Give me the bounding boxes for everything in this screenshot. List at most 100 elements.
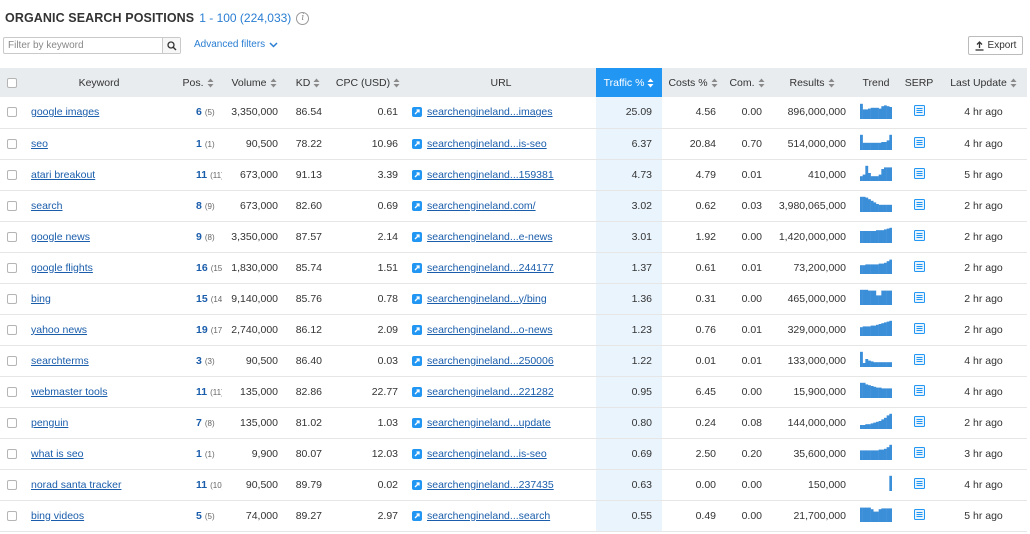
external-link-icon[interactable] <box>412 510 422 521</box>
row-checkbox[interactable] <box>7 386 17 397</box>
keyword-link[interactable]: google news <box>31 231 90 243</box>
keyword-link[interactable]: webmaster tools <box>31 386 107 398</box>
col-header-com[interactable]: Com. <box>724 68 770 97</box>
serp-icon[interactable] <box>913 446 925 458</box>
col-header-traffic[interactable]: Traffic % <box>596 68 662 97</box>
url-link[interactable]: searchengineland...o-news <box>427 324 553 336</box>
serp-icon[interactable] <box>913 322 925 334</box>
col-header-volume[interactable]: Volume <box>222 68 286 97</box>
export-button[interactable]: Export <box>968 36 1023 55</box>
position-link[interactable]: 19 <box>196 324 208 336</box>
external-link-icon[interactable] <box>412 293 422 304</box>
col-header-costs[interactable]: Costs % <box>662 68 724 97</box>
external-link-icon[interactable] <box>412 386 422 397</box>
keyword-link[interactable]: penguin <box>31 417 68 429</box>
serp-icon[interactable] <box>913 415 925 427</box>
external-link-icon[interactable] <box>412 479 422 490</box>
serp-icon[interactable] <box>913 260 925 272</box>
url-link[interactable]: searchengineland...search <box>427 510 550 522</box>
url-link[interactable]: searchengineland...images <box>427 106 553 118</box>
row-checkbox[interactable] <box>7 293 17 304</box>
row-checkbox[interactable] <box>7 417 17 428</box>
row-checkbox[interactable] <box>7 107 17 118</box>
url-link[interactable]: searchengineland...y/bing <box>427 293 547 305</box>
row-checkbox[interactable] <box>7 324 17 335</box>
serp-icon[interactable] <box>913 229 925 241</box>
row-checkbox[interactable] <box>7 138 17 149</box>
serp-icon[interactable] <box>913 105 925 117</box>
info-icon[interactable]: i <box>296 11 310 25</box>
url-link[interactable]: searchengineland...e-news <box>427 231 553 243</box>
external-link-icon[interactable] <box>412 169 422 180</box>
keyword-link[interactable]: search <box>31 200 63 212</box>
url-link[interactable]: searchengineland...221282 <box>427 386 554 398</box>
position-link[interactable]: 1 <box>196 138 202 150</box>
external-link-icon[interactable] <box>412 448 422 459</box>
position-link[interactable]: 11 <box>196 479 207 491</box>
external-link-icon[interactable] <box>412 355 422 366</box>
url-link[interactable]: searchengineland...159381 <box>427 169 554 181</box>
keyword-link[interactable]: google flights <box>31 262 93 274</box>
position-link[interactable]: 11 <box>196 169 207 181</box>
external-link-icon[interactable] <box>412 417 422 428</box>
position-link[interactable]: 3 <box>196 355 202 367</box>
position-link[interactable]: 6 <box>196 106 202 118</box>
external-link-icon[interactable] <box>412 107 422 118</box>
serp-icon[interactable] <box>913 353 925 365</box>
filter-keyword-input[interactable] <box>4 38 162 53</box>
position-link[interactable]: 8 <box>196 200 202 212</box>
col-header-results[interactable]: Results <box>770 68 854 97</box>
url-link[interactable]: searchengineland...is-seo <box>427 448 547 460</box>
col-header-pos[interactable]: Pos. <box>174 68 222 97</box>
search-icon[interactable] <box>162 38 180 53</box>
url-link[interactable]: searchengineland...244177 <box>427 262 554 274</box>
col-header-url[interactable]: URL <box>406 68 596 97</box>
position-link[interactable]: 9 <box>196 231 202 243</box>
keyword-link[interactable]: yahoo news <box>31 324 87 336</box>
serp-icon[interactable] <box>913 508 925 520</box>
serp-icon[interactable] <box>913 167 925 179</box>
row-checkbox[interactable] <box>7 262 17 273</box>
col-header-kd[interactable]: KD <box>286 68 330 97</box>
url-link[interactable]: searchengineland.com/ <box>427 200 536 212</box>
external-link-icon[interactable] <box>412 324 422 335</box>
position-link[interactable]: 7 <box>196 417 202 429</box>
col-header-cpc[interactable]: CPC (USD) <box>330 68 406 97</box>
row-checkbox[interactable] <box>7 448 17 459</box>
url-link[interactable]: searchengineland...250006 <box>427 355 554 367</box>
keyword-link[interactable]: what is seo <box>31 448 84 460</box>
keyword-link[interactable]: google images <box>31 106 99 118</box>
keyword-link[interactable]: atari breakout <box>31 169 95 181</box>
serp-icon[interactable] <box>913 291 925 303</box>
position-link[interactable]: 16 <box>196 262 208 274</box>
position-link[interactable]: 15 <box>196 293 208 305</box>
keyword-link[interactable]: seo <box>31 138 48 150</box>
external-link-icon[interactable] <box>412 262 422 273</box>
url-link[interactable]: searchengineland...237435 <box>427 479 554 491</box>
external-link-icon[interactable] <box>412 138 422 149</box>
position-link[interactable]: 5 <box>196 510 202 522</box>
select-all-checkbox[interactable] <box>7 77 17 88</box>
external-link-icon[interactable] <box>412 200 422 211</box>
position-link[interactable]: 11 <box>196 386 207 398</box>
row-checkbox[interactable] <box>7 479 17 490</box>
row-checkbox[interactable] <box>7 231 17 242</box>
keyword-link[interactable]: bing videos <box>31 510 84 522</box>
result-range[interactable]: 1 - 100 (224,033) <box>199 11 291 25</box>
url-link[interactable]: searchengineland...update <box>427 417 551 429</box>
advanced-filters-toggle[interactable]: Advanced filters <box>194 39 278 50</box>
row-checkbox[interactable] <box>7 510 17 521</box>
position-link[interactable]: 1 <box>196 448 202 460</box>
col-header-last-update[interactable]: Last Update <box>940 68 1027 97</box>
url-link[interactable]: searchengineland...is-seo <box>427 138 547 150</box>
serp-icon[interactable] <box>913 477 925 489</box>
row-checkbox[interactable] <box>7 200 17 211</box>
row-checkbox[interactable] <box>7 355 17 366</box>
keyword-link[interactable]: norad santa tracker <box>31 479 121 491</box>
serp-icon[interactable] <box>913 198 925 210</box>
row-checkbox[interactable] <box>7 169 17 180</box>
serp-icon[interactable] <box>913 384 925 396</box>
keyword-link[interactable]: bing <box>31 293 51 305</box>
col-header-keyword[interactable]: Keyword <box>24 68 174 97</box>
serp-icon[interactable] <box>913 136 925 148</box>
